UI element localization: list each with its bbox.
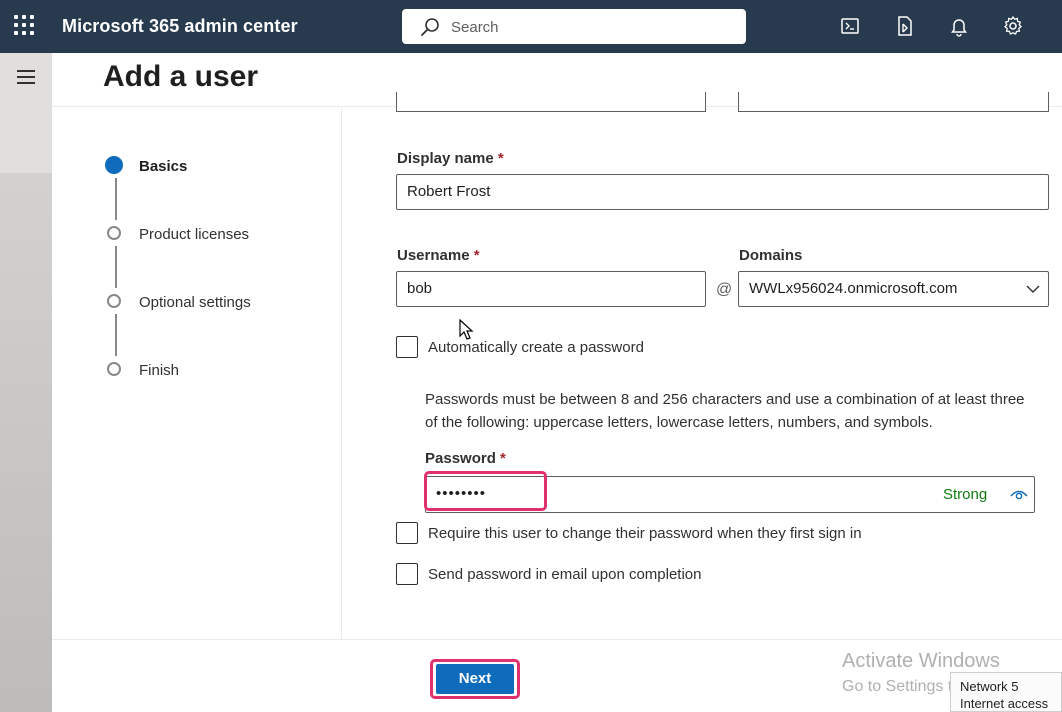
step-connector (115, 314, 117, 356)
require-change-label[interactable]: Require this user to change their passwo… (428, 525, 862, 542)
mouse-cursor-icon (459, 319, 474, 340)
step-label: Product licenses (139, 226, 250, 243)
step-label: Finish (139, 362, 180, 379)
activate-windows-title: Activate Windows (842, 650, 1000, 672)
step-finish[interactable]: Finish (100, 355, 320, 385)
rail-shade (0, 173, 52, 712)
username-label: Username * (397, 247, 480, 264)
footer-divider (52, 639, 1062, 640)
step-label: Basics (139, 158, 188, 175)
step-dot (107, 226, 121, 240)
network-name: Network 5 (960, 679, 1019, 694)
display-name-label: Display name * (397, 150, 504, 167)
step-dot (107, 362, 121, 376)
step-optional-settings[interactable]: Optional settings (100, 287, 320, 317)
top-bar: Microsoft 365 admin center Search (0, 0, 1062, 53)
password-label: Password * (425, 450, 506, 467)
step-basics[interactable]: Basics (100, 151, 320, 181)
username-input[interactable]: bob (396, 271, 706, 307)
panel-divider (341, 107, 342, 639)
search-box[interactable]: Search (402, 9, 746, 44)
waffle-icon[interactable] (14, 15, 36, 37)
domains-label: Domains (739, 247, 803, 264)
nav-rail (0, 53, 52, 712)
app-title[interactable]: Microsoft 365 admin center (62, 16, 298, 37)
step-dot (107, 294, 121, 308)
password-highlight-box (424, 471, 547, 511)
page-title: Add a user (103, 60, 259, 93)
next-highlight-box (430, 659, 520, 699)
display-name-input[interactable]: Robert Frost (396, 174, 1049, 210)
step-product-licenses[interactable]: Product licenses (100, 219, 320, 249)
search-placeholder: Search (451, 19, 499, 36)
chevron-down-icon (1026, 285, 1040, 293)
send-email-label[interactable]: Send password in email upon completion (428, 566, 702, 583)
terminal-icon[interactable] (839, 15, 861, 37)
last-name-input[interactable] (738, 92, 1049, 112)
password-help-text: Passwords must be between 8 and 256 char… (425, 391, 1025, 431)
auto-password-label[interactable]: Automatically create a password (428, 339, 644, 356)
password-strength: Strong (943, 486, 988, 503)
auto-password-checkbox[interactable] (396, 336, 418, 358)
search-icon (421, 18, 439, 36)
show-password-eye-icon[interactable] (1010, 487, 1028, 501)
step-label: Optional settings (139, 294, 251, 311)
at-symbol: @ (716, 281, 733, 298)
step-active-dot (105, 156, 123, 174)
require-change-checkbox[interactable] (396, 522, 418, 544)
hamburger-menu-icon[interactable] (17, 70, 35, 88)
first-name-input[interactable] (396, 92, 706, 112)
settings-gear-icon[interactable] (1002, 15, 1024, 37)
network-status: Internet access (960, 696, 1049, 711)
send-email-checkbox[interactable] (396, 563, 418, 585)
domains-dropdown[interactable]: WWLx956024.onmicrosoft.com (738, 271, 1049, 307)
network-tooltip: Network 5 Internet access (950, 672, 1062, 712)
step-connector (115, 246, 117, 288)
step-connector (115, 178, 117, 220)
mobile-app-icon[interactable] (894, 15, 916, 37)
notification-bell-icon[interactable] (948, 15, 970, 37)
